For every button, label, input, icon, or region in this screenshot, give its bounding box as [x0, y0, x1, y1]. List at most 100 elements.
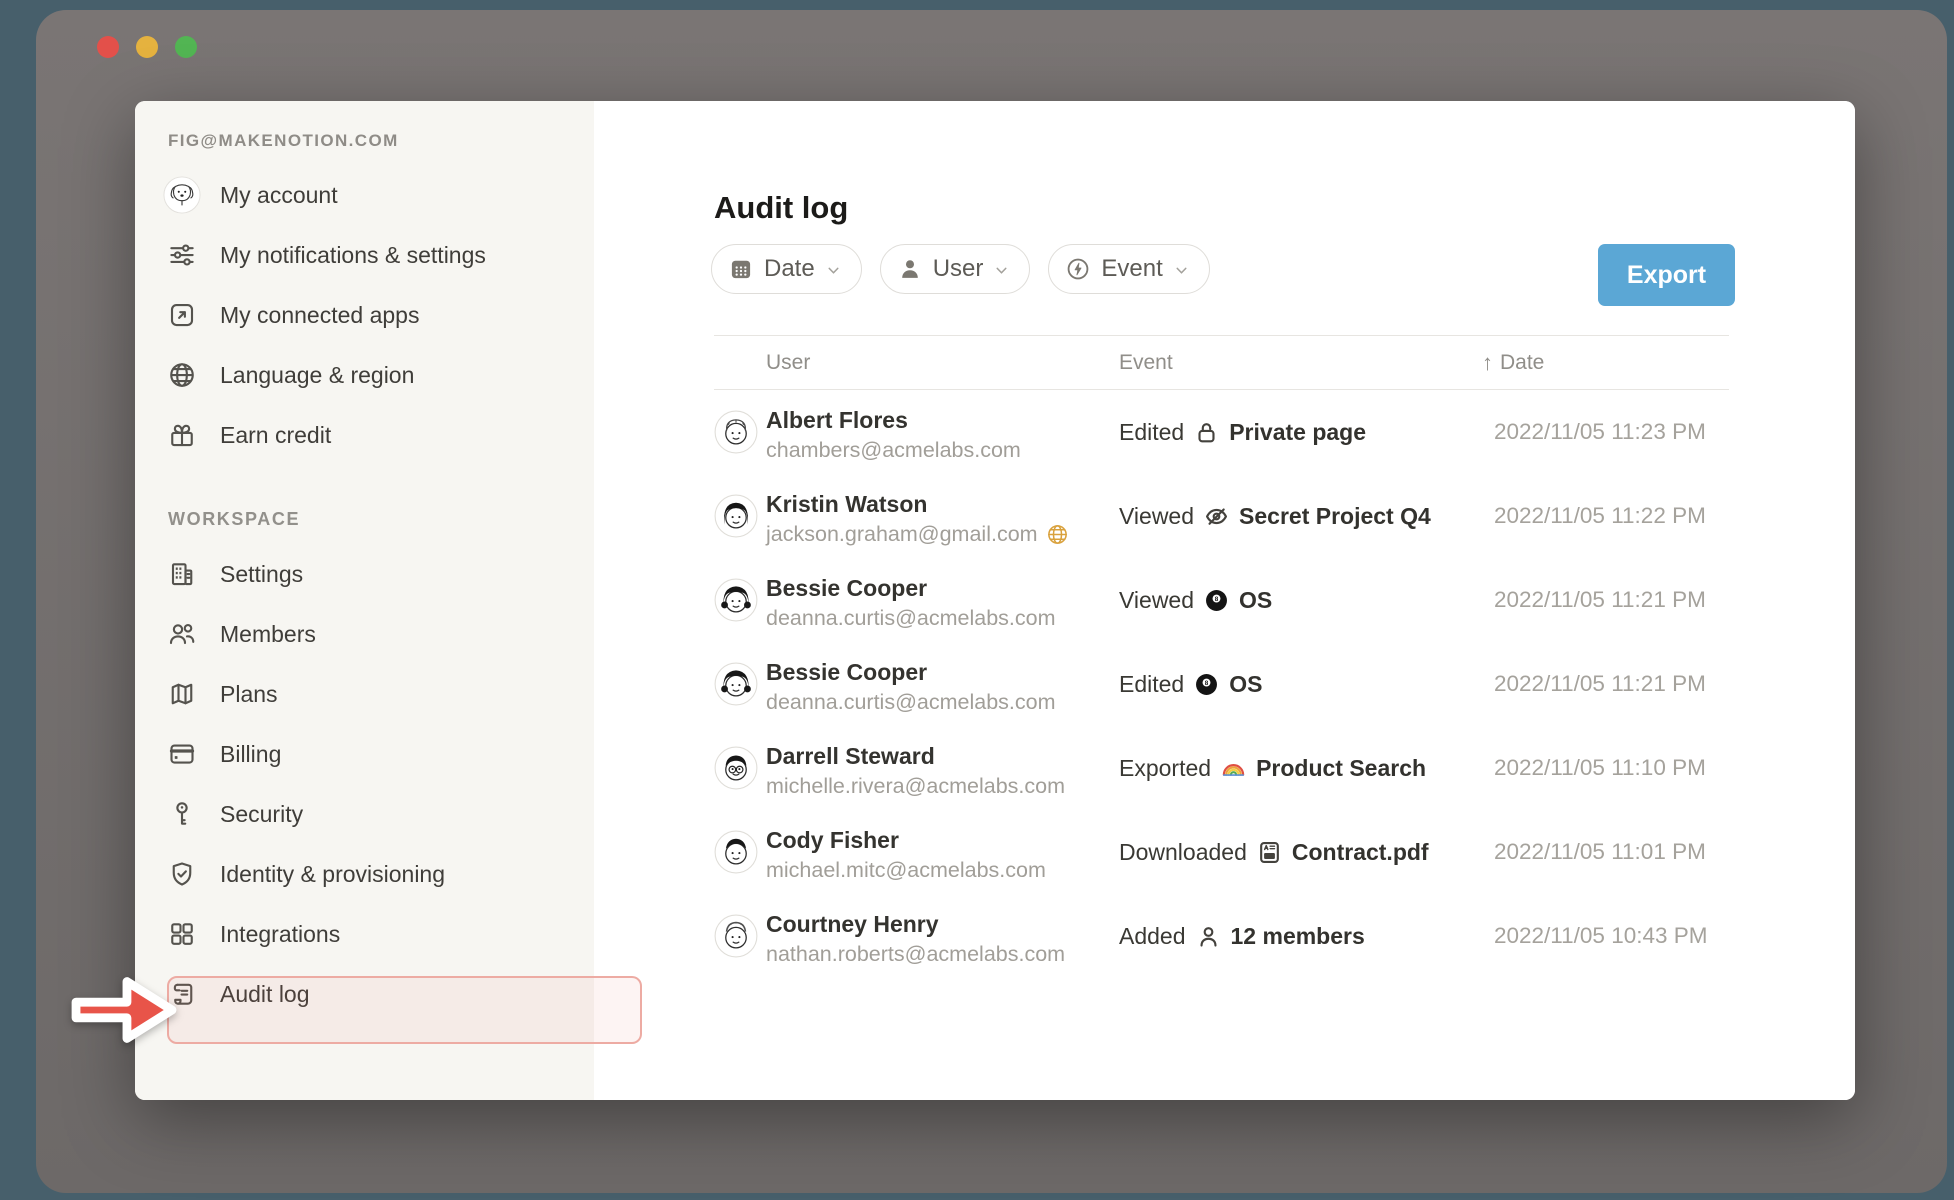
eye-off-icon [1203, 503, 1230, 530]
right-arrow-annotation-icon [66, 962, 184, 1058]
event-verb: Downloaded [1119, 839, 1247, 866]
sidebar-item-my-connected-apps[interactable]: My connected apps [135, 285, 594, 345]
table-row: Kristin Watsonjackson.graham@gmail.comVi… [714, 474, 1729, 558]
sort-ascending-icon: ↑ [1482, 350, 1493, 376]
sidebar-item-label: Settings [220, 561, 303, 588]
avatar [714, 914, 758, 958]
event-date: 2022/11/05 10:43 PM [1494, 894, 1708, 978]
screenshot-root: FIG@MAKENOTION.COM My account My notifica… [0, 0, 1954, 1200]
user-email: chambers@acmelabs.com [766, 438, 1021, 463]
sidebar-item-plans[interactable]: Plans [135, 664, 594, 724]
globe-icon [167, 360, 197, 390]
filter-pill-user[interactable]: User [880, 244, 1031, 294]
sidebar-item-label: My notifications & settings [220, 242, 486, 269]
building-icon [167, 559, 197, 589]
user-name: Bessie Cooper [766, 575, 927, 602]
column-header-date-label: Date [1500, 351, 1544, 375]
table-row: Albert Floreschambers@acmelabs.comEdited… [714, 390, 1729, 474]
orange-globe-icon [1046, 523, 1069, 546]
svg-text:8: 8 [1215, 596, 1219, 603]
workspace-section-header: WORKSPACE [168, 509, 300, 530]
avatar [714, 662, 758, 706]
event-date: 2022/11/05 11:22 PM [1494, 474, 1706, 558]
sidebar-item-earn-credit[interactable]: Earn credit [135, 405, 594, 465]
user-email-text: michelle.rivera@acmelabs.com [766, 774, 1065, 799]
filter-pill-label: User [933, 255, 984, 283]
user-name: Cody Fisher [766, 827, 899, 854]
grid-icon [167, 919, 197, 949]
sidebar-item-identity-provisioning[interactable]: Identity & provisioning [135, 844, 594, 904]
table-row: Darrell Stewardmichelle.rivera@acmelabs.… [714, 726, 1729, 810]
event-cell: Downloaded Contract.pdf [1119, 810, 1429, 894]
event-object: Secret Project Q4 [1239, 503, 1431, 530]
audit-log-page: Audit log Date User Event Export User Even… [594, 101, 1855, 1100]
members-icon [167, 619, 197, 649]
sidebar-item-billing[interactable]: Billing [135, 724, 594, 784]
event-object: Contract.pdf [1292, 839, 1429, 866]
event-verb: Added [1119, 923, 1186, 950]
sidebar-item-members[interactable]: Members [135, 604, 594, 664]
svg-text:8: 8 [1205, 680, 1209, 687]
event-object: OS [1229, 671, 1262, 698]
table-row: Cody Fisher michael.mitc@acmelabs.com Down… [714, 810, 1729, 894]
rainbow-icon [1220, 755, 1247, 782]
sidebar-item-audit-log[interactable]: Audit log [135, 964, 594, 1024]
user-email-text: deanna.curtis@acmelabs.com [766, 606, 1056, 631]
table-row: Bessie Cooperdeanna.curtis@acmelabs.comE… [714, 642, 1729, 726]
user-email: jackson.graham@gmail.com [766, 522, 1069, 547]
sidebar-item-settings[interactable]: Settings [135, 544, 594, 604]
user-email-text: michael.mitc@acmelabs.com [766, 858, 1046, 883]
gift-icon [167, 420, 197, 450]
document-icon [1256, 839, 1283, 866]
calendar-icon [728, 256, 754, 282]
sidebar-item-security[interactable]: Security [135, 784, 594, 844]
event-verb: Edited [1119, 671, 1184, 698]
settings-modal: FIG@MAKENOTION.COM My account My notifica… [135, 101, 1855, 1100]
event-date: 2022/11/05 11:01 PM [1494, 810, 1706, 894]
user-email: nathan.roberts@acmelabs.com [766, 942, 1065, 967]
event-date: 2022/11/05 11:21 PM [1494, 558, 1706, 642]
user-email-text: nathan.roberts@acmelabs.com [766, 942, 1065, 967]
person-icon [1195, 923, 1222, 950]
page-title: Audit log [714, 190, 848, 226]
user-email: michelle.rivera@acmelabs.com [766, 774, 1065, 799]
sidebar-item-language-region[interactable]: Language & region [135, 345, 594, 405]
zoom-button[interactable] [175, 36, 197, 58]
event-object: 12 members [1231, 923, 1365, 950]
avatar [714, 494, 758, 538]
settings-sidebar: FIG@MAKENOTION.COM My account My notifica… [135, 101, 594, 1100]
avatar [714, 746, 758, 790]
export-button[interactable]: Export [1598, 244, 1735, 306]
table-row: Courtney Henry nathan.roberts@acmelabs.co… [714, 894, 1729, 978]
close-button[interactable] [97, 36, 119, 58]
event-date: 2022/11/05 11:23 PM [1494, 390, 1706, 474]
avatar [714, 830, 758, 874]
eight-ball-icon: 8 [1203, 587, 1230, 614]
user-name: Albert Flores [766, 407, 908, 434]
sliders-icon [167, 240, 197, 270]
column-header-date[interactable]: ↑ Date [1482, 336, 1544, 389]
column-header-user: User [766, 336, 810, 389]
sidebar-item-label: Billing [220, 741, 281, 768]
filter-pill-event[interactable]: Event [1048, 244, 1209, 294]
sidebar-item-label: Audit log [220, 981, 310, 1008]
minimize-button[interactable] [136, 36, 158, 58]
filter-bar: Date User Event [711, 244, 1210, 294]
lock-icon [1193, 419, 1220, 446]
event-cell: Edited 8 OS [1119, 642, 1262, 726]
sidebar-item-label: My account [220, 182, 338, 209]
user-name: Kristin Watson [766, 491, 927, 518]
account-email-header: FIG@MAKENOTION.COM [168, 131, 399, 151]
sidebar-item-my-account[interactable]: My account [135, 165, 594, 225]
user-email-text: jackson.graham@gmail.com [766, 522, 1038, 547]
sidebar-item-integrations[interactable]: Integrations [135, 904, 594, 964]
sidebar-item-label: Members [220, 621, 316, 648]
key-icon [167, 799, 197, 829]
event-date: 2022/11/05 11:10 PM [1494, 726, 1706, 810]
sidebar-item-my-notifications-settings[interactable]: My notifications & settings [135, 225, 594, 285]
dog-avatar [163, 176, 201, 214]
filter-pill-date[interactable]: Date [711, 244, 862, 294]
user-email: deanna.curtis@acmelabs.com [766, 606, 1056, 631]
user-name: Courtney Henry [766, 911, 939, 938]
eight-ball-icon: 8 [1193, 671, 1220, 698]
